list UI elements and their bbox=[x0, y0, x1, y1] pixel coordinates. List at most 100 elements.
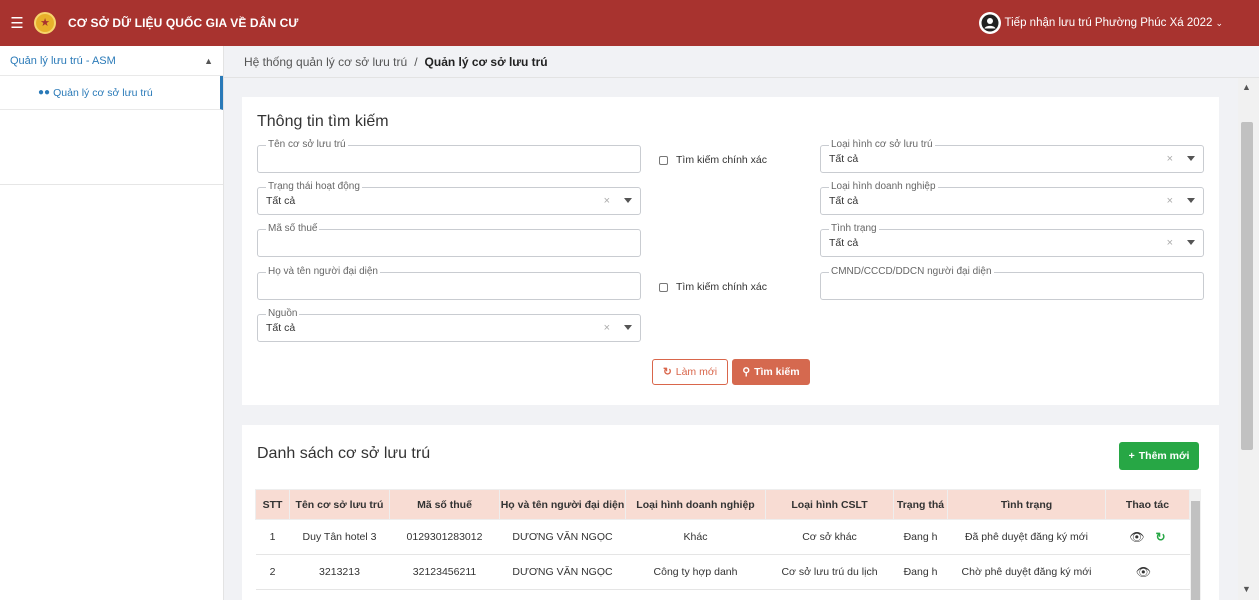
sync-icon[interactable]: ↻ bbox=[1156, 530, 1166, 544]
clear-icon[interactable]: × bbox=[1167, 153, 1173, 165]
refresh-button-label: Làm mới bbox=[675, 366, 718, 378]
exact-match-checkbox-2[interactable]: Tìm kiếm chính xác bbox=[659, 281, 767, 293]
search-button[interactable]: ⚲ Tìm kiếm bbox=[732, 359, 810, 385]
scroll-down-icon[interactable]: ▼ bbox=[1242, 584, 1251, 594]
field-label: Mã số thuế bbox=[266, 223, 320, 235]
column-header[interactable]: Trạng thá bbox=[893, 489, 948, 520]
sidebar-item-label: Quản lý cơ sở lưu trú bbox=[53, 86, 153, 99]
star-icon: ★ bbox=[40, 16, 50, 29]
eye-icon[interactable]: 👁 bbox=[1129, 530, 1144, 544]
field-label: Họ và tên người đại diện bbox=[266, 266, 380, 278]
exact-match-checkbox-1[interactable]: Tìm kiếm chính xác bbox=[659, 154, 767, 166]
cell-nguoi-dai-dien: DƯƠNG VĂN NGỌC bbox=[499, 554, 626, 590]
cell-loai-dn: Công ty hợp danh bbox=[625, 554, 766, 590]
loai-hinh-cslt-select[interactable]: Loại hình cơ sở lưu trú Tất cả × bbox=[820, 139, 1204, 173]
clear-icon[interactable]: × bbox=[604, 195, 610, 207]
result-panel: Danh sách cơ sở lưu trú + Thêm mới STT T… bbox=[242, 425, 1219, 600]
cell-tinh-trang: Đã phê duyệt đăng ký mới bbox=[947, 519, 1106, 555]
clear-icon[interactable]: × bbox=[604, 322, 610, 334]
scroll-up-icon[interactable]: ▲ bbox=[1242, 82, 1251, 92]
cell-loai-dn: Khác bbox=[625, 519, 766, 555]
field-value: Tất cả bbox=[266, 195, 296, 207]
user-menu[interactable]: Tiếp nhận lưu trú Phường Phúc Xá 2022 ⌄ bbox=[978, 12, 1223, 34]
cell-loai-cslt: Cơ sở khác bbox=[765, 519, 894, 555]
add-new-button-label: Thêm mới bbox=[1138, 450, 1190, 462]
checkbox-icon bbox=[659, 155, 668, 165]
cell-actions: 👁 ↻ bbox=[1105, 519, 1190, 555]
sidebar-group-label: Quản lý lưu trú - ASM bbox=[10, 54, 116, 67]
chevron-up-icon: ▲ bbox=[204, 55, 213, 66]
user-avatar-icon bbox=[978, 12, 1001, 34]
user-silhouette-icon bbox=[981, 14, 999, 32]
loai-hinh-dn-select[interactable]: Loại hình doanh nghiệp Tất cả × bbox=[820, 181, 1204, 215]
cell-trang-thai: Đang h bbox=[893, 519, 948, 555]
column-header[interactable]: Tên cơ sở lưu trú bbox=[289, 489, 390, 520]
user-name: Tiếp nhận lưu trú Phường Phúc Xá 2022 bbox=[1004, 17, 1213, 29]
column-header[interactable]: Tình trạng bbox=[947, 489, 1106, 520]
refresh-icon: ↻ bbox=[662, 366, 672, 378]
caret-down-icon[interactable] bbox=[624, 325, 632, 330]
sidebar-item-quan-ly-co-so[interactable]: ●● Quản lý cơ sở lưu trú bbox=[0, 76, 223, 110]
field-value: Tất cả bbox=[829, 153, 859, 165]
ten-co-so-input[interactable]: Tên cơ sở lưu trú bbox=[257, 139, 641, 173]
chevron-down-icon: ⌄ bbox=[1215, 17, 1223, 28]
ho-ten-nguoi-dai-dien-input[interactable]: Họ và tên người đại diện bbox=[257, 266, 641, 300]
caret-down-icon[interactable] bbox=[1187, 240, 1195, 245]
search-panel: Thông tin tìm kiếm Tên cơ sở lưu trú Tìm… bbox=[242, 97, 1219, 405]
cell-ten: 3213213 bbox=[289, 554, 390, 590]
breadcrumb: Hệ thống quản lý cơ sở lưu trú / Quản lý… bbox=[224, 46, 1259, 78]
national-emblem-logo: ★ bbox=[34, 12, 56, 34]
sidebar-group-asm[interactable]: Quản lý lưu trú - ASM ▲ bbox=[0, 46, 223, 76]
field-value: Tất cả bbox=[266, 322, 296, 334]
column-header[interactable]: Mã số thuế bbox=[389, 489, 500, 520]
hamburger-icon[interactable]: ☰ bbox=[0, 0, 34, 46]
column-header[interactable]: Loại hình CSLT bbox=[765, 489, 894, 520]
column-header[interactable]: Loại hình doanh nghiệp bbox=[625, 489, 766, 520]
page-scrollbar-thumb[interactable] bbox=[1241, 122, 1253, 450]
field-value: Tất cả bbox=[829, 195, 859, 207]
eye-icon[interactable]: 👁 bbox=[1136, 565, 1151, 579]
result-table: STT Tên cơ sở lưu trú Mã số thuế Họ và t… bbox=[255, 489, 1190, 590]
search-panel-title: Thông tin tìm kiếm bbox=[257, 113, 389, 130]
cell-actions: 👁 bbox=[1105, 554, 1190, 590]
refresh-button[interactable]: ↻ Làm mới bbox=[652, 359, 728, 385]
users-icon: ●● bbox=[38, 87, 51, 98]
search-button-label: Tìm kiếm bbox=[754, 366, 800, 378]
caret-down-icon[interactable] bbox=[1187, 198, 1195, 203]
breadcrumb-current: Quản lý cơ sở lưu trú bbox=[424, 54, 548, 69]
breadcrumb-separator: / bbox=[414, 54, 418, 69]
checkbox-label: Tìm kiếm chính xác bbox=[676, 281, 768, 293]
plus-icon: + bbox=[1128, 450, 1135, 462]
caret-down-icon[interactable] bbox=[624, 198, 632, 203]
nguon-select[interactable]: Nguồn Tất cả × bbox=[257, 308, 641, 342]
column-header[interactable]: Họ và tên người đại diện bbox=[499, 489, 626, 520]
field-label: Nguồn bbox=[266, 308, 300, 320]
checkbox-label: Tìm kiếm chính xác bbox=[676, 154, 768, 166]
page-scrollbar[interactable]: ▲ ▼ bbox=[1238, 78, 1259, 600]
clear-icon[interactable]: × bbox=[1167, 195, 1173, 207]
table-scrollbar[interactable] bbox=[1190, 489, 1201, 600]
field-label: Tình trạng bbox=[829, 223, 879, 235]
ma-so-thue-input[interactable]: Mã số thuế bbox=[257, 223, 641, 257]
field-label: Tên cơ sở lưu trú bbox=[266, 139, 348, 151]
breadcrumb-home-link[interactable]: Hệ thống quản lý cơ sở lưu trú bbox=[244, 55, 407, 69]
cell-stt: 1 bbox=[255, 519, 290, 555]
table-scrollbar-thumb[interactable] bbox=[1191, 501, 1200, 600]
column-header: Thao tác bbox=[1105, 489, 1190, 520]
trang-thai-select[interactable]: Trạng thái hoạt động Tất cả × bbox=[257, 181, 641, 215]
cell-mst: 0129301283012 bbox=[389, 519, 500, 555]
result-panel-title: Danh sách cơ sở lưu trú bbox=[257, 445, 431, 462]
field-label: Loại hình cơ sở lưu trú bbox=[829, 139, 935, 151]
caret-down-icon[interactable] bbox=[1187, 156, 1195, 161]
top-bar: ☰ ★ CƠ SỞ DỮ LIỆU QUỐC GIA VỀ DÂN CƯ Tiế… bbox=[0, 0, 1259, 46]
cell-trang-thai: Đang h bbox=[893, 554, 948, 590]
clear-icon[interactable]: × bbox=[1167, 237, 1173, 249]
add-new-button[interactable]: + Thêm mới bbox=[1119, 442, 1199, 470]
column-header[interactable]: STT bbox=[255, 489, 290, 520]
field-label: Trạng thái hoạt động bbox=[266, 181, 362, 193]
cmnd-input[interactable]: CMND/CCCD/DDCN người đại diện bbox=[820, 266, 1204, 300]
table-row[interactable]: 2 3213213 32123456211 DƯƠNG VĂN NGỌC Côn… bbox=[255, 554, 1190, 590]
table-row[interactable]: 1 Duy Tân hotel 3 0129301283012 DƯƠNG VĂ… bbox=[255, 519, 1190, 555]
checkbox-icon bbox=[659, 282, 668, 292]
tinh-trang-select[interactable]: Tình trạng Tất cả × bbox=[820, 223, 1204, 257]
